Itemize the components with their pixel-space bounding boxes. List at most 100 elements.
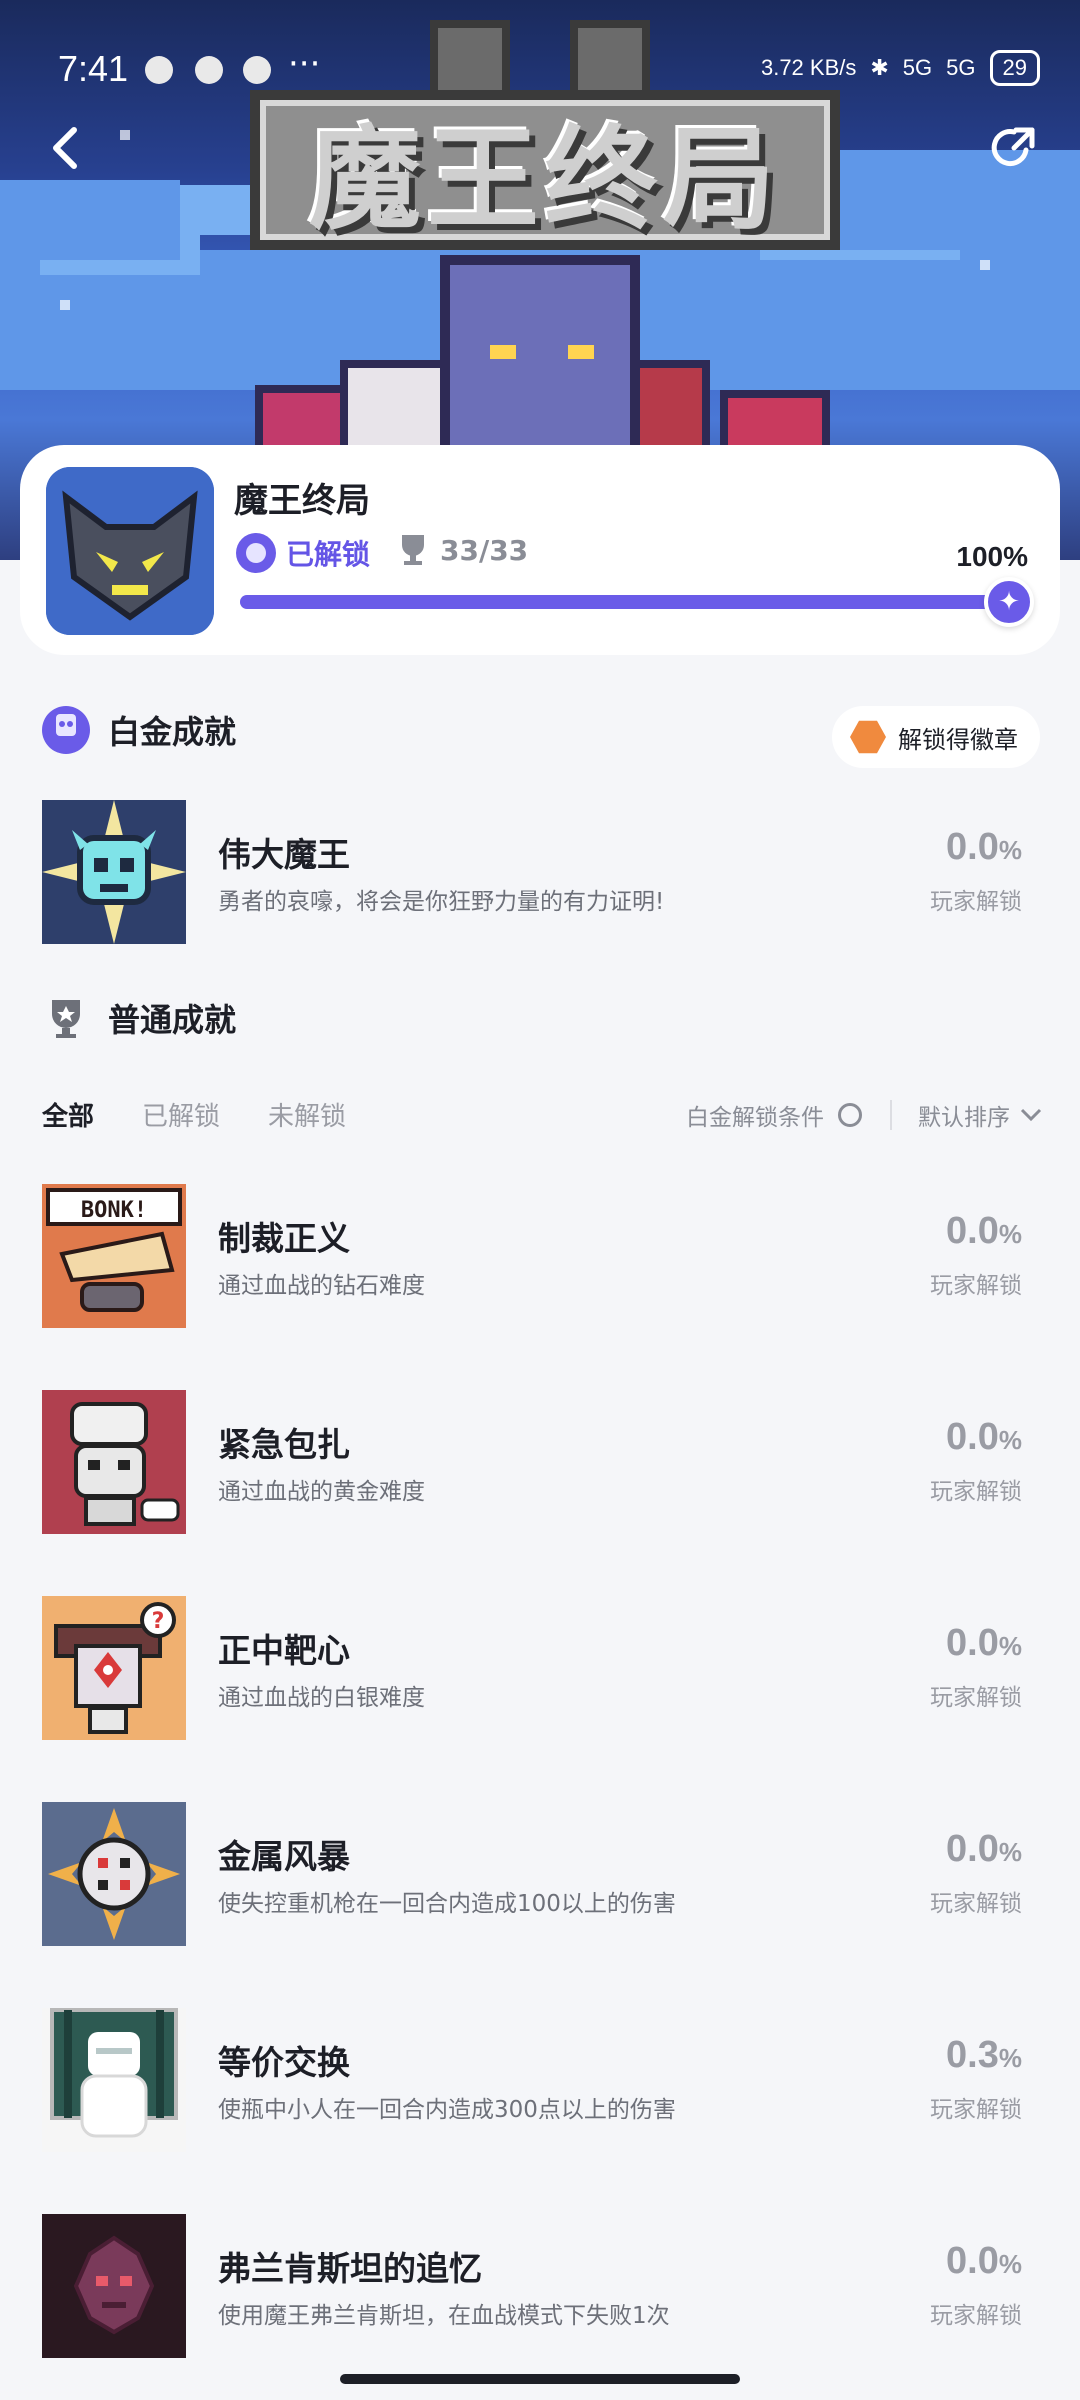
achievement-desc: 通过血战的白银难度	[218, 1685, 425, 1711]
unlock-badge-button[interactable]: 解锁得徽章	[832, 706, 1040, 768]
rate-unit: %	[998, 2249, 1022, 2279]
achievement-title: 正中靶心	[218, 1631, 350, 1670]
achievement-title: 金属风暴	[218, 1837, 350, 1876]
platinum-icon	[42, 706, 90, 754]
badge-icon	[850, 720, 886, 754]
rate-value: 0.0	[946, 2240, 999, 2282]
tab-unlocked[interactable]: 已解锁	[142, 1096, 220, 1133]
achievement-item[interactable]: 金属风暴 使失控重机枪在一回合内造成100以上的伤害 0.0% 玩家解锁	[42, 1802, 1042, 1946]
bluetooth-icon: ✱	[870, 55, 889, 80]
tab-locked[interactable]: 未解锁	[268, 1096, 346, 1133]
platinum-badge-icon	[236, 533, 276, 573]
home-indicator[interactable]	[340, 2374, 740, 2384]
unlock-badge-label: 解锁得徽章	[898, 725, 1018, 754]
unlocked-status: 已解锁	[236, 533, 370, 573]
rate-label: 玩家解锁	[930, 1685, 1022, 1711]
rate-value: 0.3	[946, 2034, 999, 2076]
rate-label: 玩家解锁	[930, 889, 1022, 915]
game-summary-card: 魔王终局 已解锁 33/33 100% ✦	[20, 445, 1060, 655]
rate-unit: %	[998, 1837, 1022, 1867]
achievement-thumbnail: BONK!	[42, 1184, 186, 1328]
achievement-title: 弗兰肯斯坦的追忆	[218, 2249, 482, 2288]
achievement-rate: 0.0%	[946, 826, 1022, 869]
achievement-desc: 使瓶中小人在一回合内造成300点以上的伤害	[218, 2097, 676, 2123]
unlocked-label: 已解锁	[286, 538, 371, 571]
status-time: 7:41	[58, 48, 129, 89]
chevron-down-icon	[1020, 1108, 1042, 1122]
progress-percent: 100%	[956, 541, 1028, 572]
achievement-desc: 使用魔王弗兰肯斯坦，在血战模式下失败1次	[218, 2303, 670, 2329]
boss-character	[440, 255, 640, 455]
trophy-icon	[42, 994, 90, 1042]
rate-unit: %	[998, 1631, 1022, 1661]
rate-label: 玩家解锁	[930, 2303, 1022, 2329]
achievement-thumbnail	[42, 800, 186, 944]
progress-star-icon: ✦	[984, 577, 1034, 627]
notification-icon	[145, 56, 173, 84]
status-bar: 7:41 ··· 3.72 KB/s ✱ 5G 5G 29	[0, 40, 1080, 100]
achievement-filters: 全部 已解锁 未解锁 白金解锁条件 默认排序	[42, 1096, 1042, 1140]
radio-circle-icon	[838, 1103, 862, 1127]
game-icon[interactable]	[46, 467, 214, 635]
rate-value: 0.0	[946, 826, 999, 868]
achievement-rate: 0.0%	[946, 2240, 1022, 2283]
signal-2: 5G	[946, 55, 976, 80]
rate-label: 玩家解锁	[930, 1479, 1022, 1505]
achievement-desc: 勇者的哀嚎，将会是你狂野力量的有力证明!	[218, 889, 665, 915]
normal-section-header: 普通成就	[42, 994, 236, 1042]
share-button[interactable]	[984, 118, 1044, 178]
achievement-rate: 0.0%	[946, 1210, 1022, 1253]
normal-heading: 普通成就	[108, 1001, 237, 1039]
achievement-rate: 0.3%	[946, 2034, 1022, 2077]
achievement-desc: 通过血战的钻石难度	[218, 1273, 425, 1299]
battery-indicator: 29	[989, 50, 1040, 86]
trophy-count: 33/33	[398, 533, 528, 567]
game-logo: 魔王终局	[250, 90, 840, 250]
rate-value: 0.0	[946, 1622, 999, 1664]
svg-text:BONK!: BONK!	[81, 1198, 147, 1223]
achievement-item[interactable]: 等价交换 使瓶中小人在一回合内造成300点以上的伤害 0.3% 玩家解锁	[42, 2008, 1042, 2152]
back-button[interactable]	[36, 118, 96, 178]
achievement-rate: 0.0%	[946, 1416, 1022, 1459]
more-notifications-icon: ···	[288, 44, 321, 84]
achievement-desc: 使失控重机枪在一回合内造成100以上的伤害	[218, 1891, 676, 1917]
achievement-item[interactable]: ? 正中靶心 通过血战的白银难度 0.0% 玩家解锁	[42, 1596, 1042, 1740]
sort-label: 默认排序	[918, 1105, 1010, 1131]
divider	[890, 1100, 892, 1130]
share-icon	[991, 127, 1035, 167]
tab-all[interactable]: 全部	[42, 1096, 94, 1133]
rate-value: 0.0	[946, 1828, 999, 1870]
platinum-section-header: 白金成就	[42, 706, 236, 754]
achievement-item[interactable]: BONK! 制裁正义 通过血战的钻石难度 0.0% 玩家解锁	[42, 1184, 1042, 1328]
rate-value: 0.0	[946, 1210, 999, 1252]
trophy-icon	[402, 535, 424, 565]
rate-label: 玩家解锁	[930, 2097, 1022, 2123]
trophy-count-value: 33/33	[440, 533, 529, 567]
achievement-thumbnail: ?	[42, 1596, 186, 1740]
achievement-item[interactable]: 紧急包扎 通过血战的黄金难度 0.0% 玩家解锁	[42, 1390, 1042, 1534]
game-logo-text: 魔王终局	[309, 115, 781, 245]
platinum-achievement[interactable]: 伟大魔王 勇者的哀嚎，将会是你狂野力量的有力证明! 0.0% 玩家解锁	[42, 800, 1042, 944]
notification-icon	[243, 56, 271, 84]
achievement-item[interactable]: 弗兰肯斯坦的追忆 使用魔王弗兰肯斯坦，在血战模式下失败1次 0.0% 玩家解锁	[42, 2214, 1042, 2358]
sort-dropdown[interactable]: 默认排序	[918, 1098, 1042, 1132]
achievement-title: 紧急包扎	[218, 1425, 350, 1464]
achievement-rate: 0.0%	[946, 1828, 1022, 1871]
achievement-title: 制裁正义	[218, 1219, 350, 1258]
rate-label: 玩家解锁	[930, 1273, 1022, 1299]
condition-label: 白金解锁条件	[686, 1105, 824, 1131]
achievement-rate: 0.0%	[946, 1622, 1022, 1665]
rate-unit: %	[998, 1425, 1022, 1455]
achievement-thumbnail	[42, 1802, 186, 1946]
progress-fill	[240, 595, 1020, 609]
rate-value: 0.0	[946, 1416, 999, 1458]
network-speed: 3.72 KB/s	[760, 55, 857, 80]
achievement-thumbnail	[42, 2214, 186, 2358]
back-arrow-icon	[53, 127, 77, 169]
rate-unit: %	[998, 1219, 1022, 1249]
signal-1: 5G	[902, 55, 933, 80]
platinum-condition-toggle[interactable]: 白金解锁条件	[686, 1098, 862, 1132]
svg-text:?: ?	[152, 1609, 165, 1634]
game-name: 魔王终局	[234, 481, 370, 521]
rate-unit: %	[998, 835, 1022, 865]
